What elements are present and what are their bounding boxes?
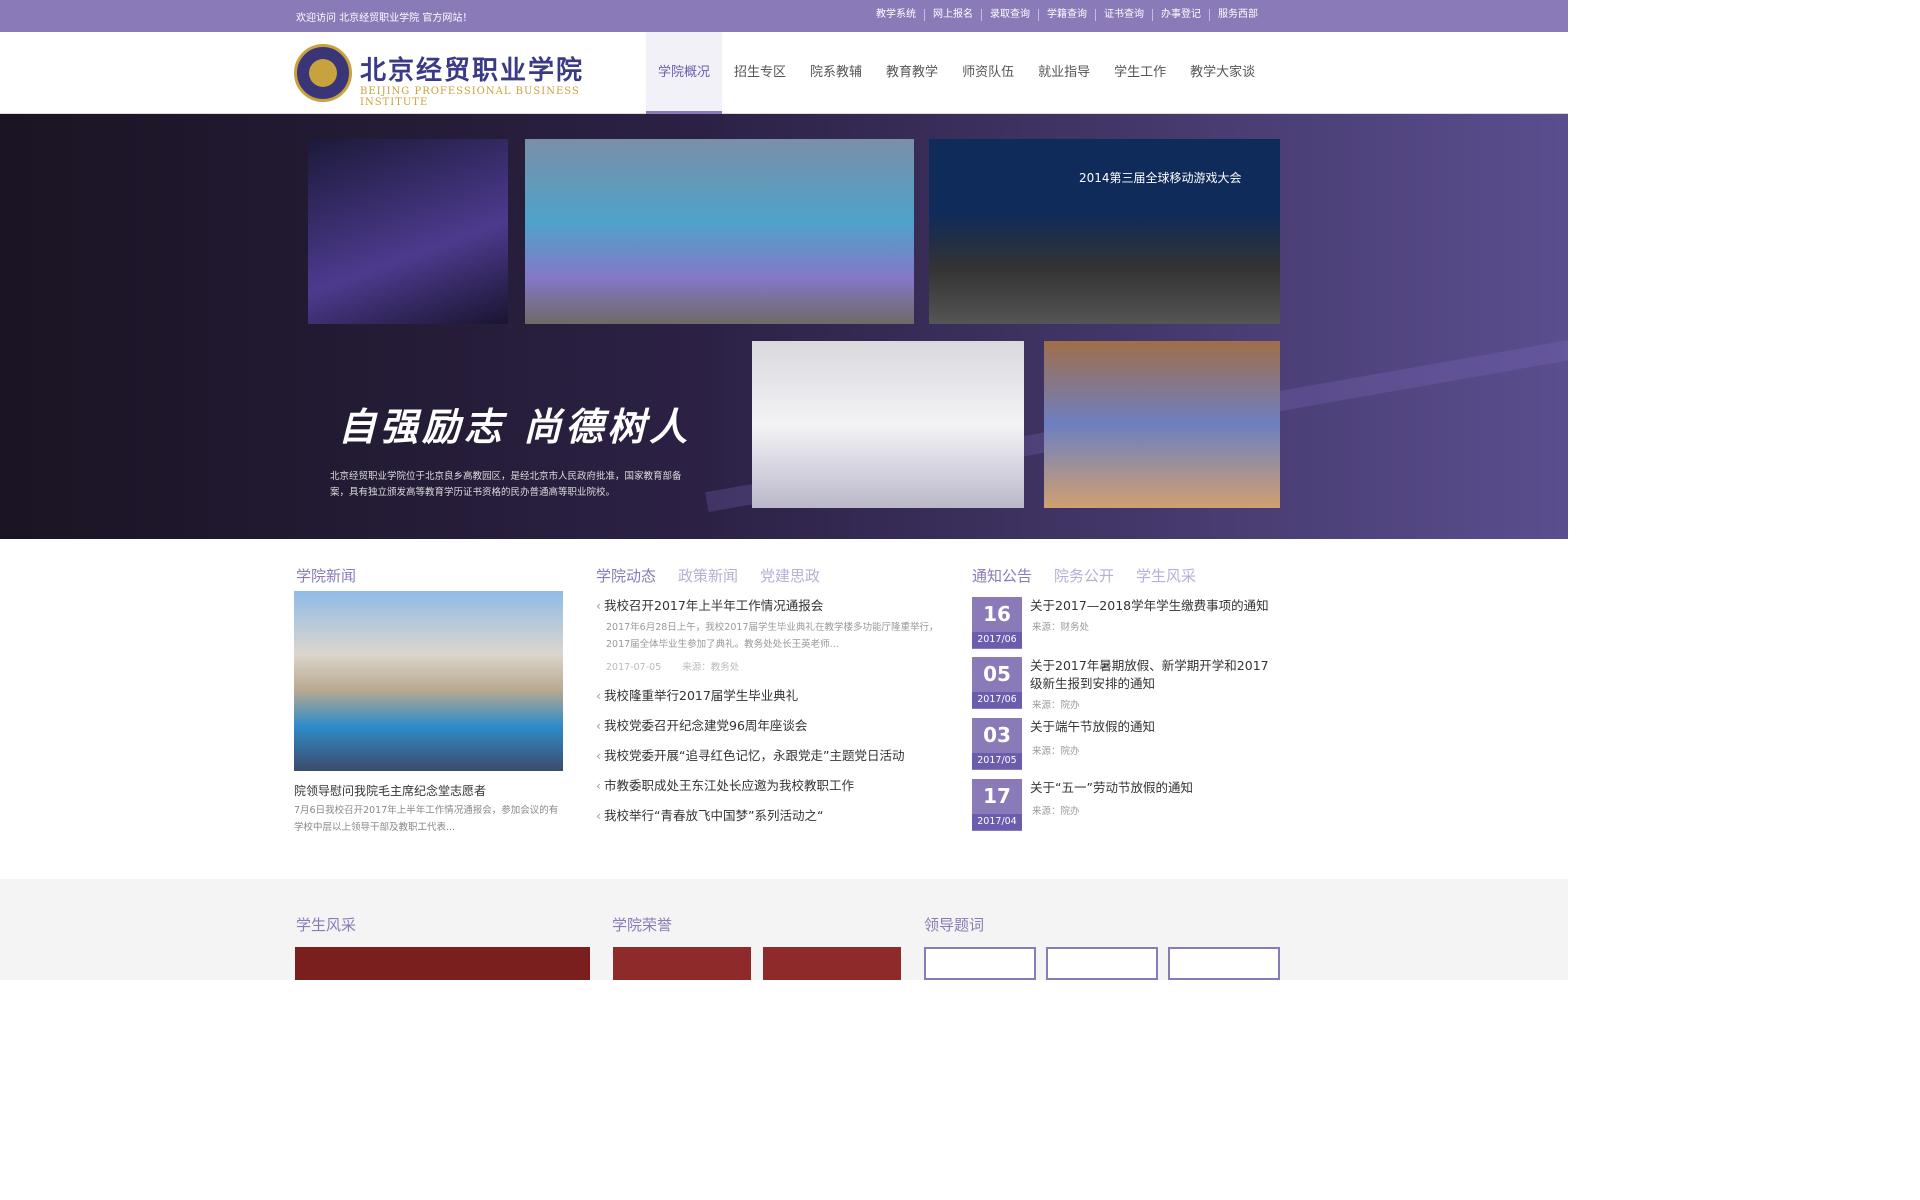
link-status-query[interactable]: 学籍查询 (1038, 9, 1095, 21)
list-item-source: 来源：教务处 (682, 662, 740, 673)
banner-slogan: 自强励志 尚德树人 (338, 404, 692, 449)
conference-banner-text: 2014第三届全球移动游戏大会 (1079, 171, 1242, 185)
link-serve-west[interactable]: 服务西部 (1209, 9, 1266, 21)
notice-item[interactable]: 03 2017/05 关于端午节放假的通知 来源：院办 (972, 718, 1282, 770)
news-section-title[interactable]: 学院新闻 (296, 565, 356, 586)
banner-photo-dance (308, 139, 508, 324)
tab-student-style[interactable]: 学生风采 (1136, 565, 1196, 586)
notice-month: 2017/05 (972, 753, 1022, 769)
notice-item[interactable]: 17 2017/04 关于“五一”劳动节放假的通知 来源：院办 (972, 779, 1282, 831)
news-caption-desc: 7月6日我校召开2017年上半年工作情况通报会，参加会议的有学校中层以上领导干部… (294, 805, 559, 833)
notice-title[interactable]: 关于端午节放假的通知 (1030, 718, 1280, 736)
link-certificate-query[interactable]: 证书查询 (1095, 9, 1152, 21)
list-item[interactable]: 我校召开2017年上半年工作情况通报会 (596, 597, 946, 627)
dynamics-list: 我校召开2017年上半年工作情况通报会 2017年6月28日上午，我校2017届… (596, 597, 946, 837)
student-style-photo[interactable] (295, 947, 590, 980)
link-affairs-register[interactable]: 办事登记 (1152, 9, 1209, 21)
nav-item-teaching-talk[interactable]: 教学大家谈 (1178, 32, 1267, 114)
nav-item-employment[interactable]: 就业指导 (1026, 32, 1102, 114)
notice-date: 03 2017/05 (972, 718, 1022, 770)
logo-chinese-name: 北京经贸职业学院 (360, 56, 585, 86)
notice-source: 来源：财务处 (1032, 622, 1090, 633)
inscription-photo[interactable] (1046, 947, 1158, 980)
notice-date: 05 2017/06 (972, 657, 1022, 709)
list-item-meta: 2017-07-05 来源：教务处 (596, 659, 946, 673)
news-photo[interactable] (294, 591, 563, 771)
nav-item-student-work[interactable]: 学生工作 (1102, 32, 1178, 114)
nav-item-faculty[interactable]: 师资队伍 (950, 32, 1026, 114)
notice-title[interactable]: 关于2017年暑期放假、新学期开学和2017级新生报到安排的通知 (1030, 657, 1280, 693)
link-online-register[interactable]: 网上报名 (924, 9, 981, 21)
logo-english-name: BEIJING PROFESSIONAL BUSINESS INSTITUTE (360, 86, 580, 108)
student-style-title[interactable]: 学生风采 (296, 914, 356, 935)
list-item[interactable]: 市教委职成处王东江处长应邀为我校教职工作 (596, 777, 946, 807)
college-honors-title[interactable]: 学院荣誉 (612, 914, 672, 935)
notice-source: 来源：院办 (1032, 746, 1080, 757)
notice-day: 03 (983, 723, 1011, 747)
hero-banner[interactable]: 2014第三届全球移动游戏大会 自强励志 尚德树人 北京经贸职业学院位于北京良乡… (0, 114, 1568, 539)
notice-date: 16 2017/06 (972, 597, 1022, 649)
leader-inscription-title[interactable]: 领导题词 (924, 914, 984, 935)
news-caption[interactable]: 院领导慰问我院毛主席纪念堂志愿者 (294, 782, 486, 799)
tab-policy-news[interactable]: 政策新闻 (678, 565, 738, 586)
honor-photo[interactable] (613, 947, 751, 980)
link-teaching-system[interactable]: 教学系统 (868, 9, 924, 21)
notice-month: 2017/06 (972, 692, 1022, 708)
site-header: 北京经贸职业学院 BEIJING PROFESSIONAL BUSINESS I… (0, 32, 1568, 114)
notice-source: 来源：院办 (1032, 806, 1080, 817)
list-item[interactable]: 我校党委召开纪念建党96周年座谈会 (596, 717, 946, 747)
site-logo[interactable]: 北京经贸职业学院 BEIJING PROFESSIONAL BUSINESS I… (294, 44, 614, 108)
notice-day: 16 (983, 602, 1011, 626)
tab-notices[interactable]: 通知公告 (972, 565, 1032, 586)
college-seal-icon (294, 44, 352, 102)
top-bar: 欢迎访问 北京经贸职业学院 官方网站！ 教学系统 网上报名 录取查询 学籍查询 … (0, 0, 1568, 32)
nav-item-admissions[interactable]: 招生专区 (722, 32, 798, 114)
welcome-text: 欢迎访问 北京经贸职业学院 官方网站！ (296, 13, 473, 24)
notice-title[interactable]: 关于2017—2018学年学生缴费事项的通知 (1030, 597, 1280, 615)
notice-item[interactable]: 16 2017/06 关于2017—2018学年学生缴费事项的通知 来源：财务处 (972, 597, 1282, 649)
list-item[interactable]: 我校隆重举行2017届学生毕业典礼 (596, 687, 946, 717)
list-item[interactable]: 我校举行“青春放飞中国梦”系列活动之“ (596, 807, 946, 837)
main-nav: 学院概况 招生专区 院系教辅 教育教学 师资队伍 就业指导 学生工作 教学大家谈 (646, 32, 1267, 114)
tab-college-dynamics[interactable]: 学院动态 (596, 565, 656, 586)
notice-day: 05 (983, 662, 1011, 686)
inscription-photo[interactable] (924, 947, 1036, 980)
notice-item[interactable]: 05 2017/06 关于2017年暑期放假、新学期开学和2017级新生报到安排… (972, 657, 1282, 711)
list-item[interactable]: 我校党委开展“追寻红色记忆，永跟党走”主题党日活动 (596, 747, 946, 777)
banner-photo-flag (525, 139, 914, 324)
notice-source: 来源：院办 (1032, 700, 1080, 711)
top-links: 教学系统 网上报名 录取查询 学籍查询 证书查询 办事登记 服务西部 (868, 9, 1266, 21)
notice-day: 17 (983, 784, 1011, 808)
banner-photo-conference: 2014第三届全球移动游戏大会 (929, 139, 1280, 324)
nav-item-overview[interactable]: 学院概况 (646, 32, 723, 114)
notice-month: 2017/04 (972, 814, 1022, 830)
nav-item-education[interactable]: 教育教学 (874, 32, 950, 114)
banner-photo-aviation (752, 341, 1024, 508)
inscription-photo[interactable] (1168, 947, 1280, 980)
notice-month: 2017/06 (972, 632, 1022, 648)
banner-description: 北京经贸职业学院位于北京良乡高教园区，是经北京市人民政府批准，国家教育部备案，具… (330, 471, 682, 498)
notice-title[interactable]: 关于“五一”劳动节放假的通知 (1030, 779, 1280, 797)
banner-photo-cheer (1044, 341, 1280, 508)
tab-affairs-public[interactable]: 院务公开 (1054, 565, 1114, 586)
notice-date: 17 2017/04 (972, 779, 1022, 831)
nav-item-departments[interactable]: 院系教辅 (798, 32, 874, 114)
honor-photo[interactable] (763, 947, 901, 980)
tab-party-building[interactable]: 党建思政 (760, 565, 820, 586)
list-item-date: 2017-07-05 (606, 662, 662, 673)
link-admission-query[interactable]: 录取查询 (981, 9, 1038, 21)
